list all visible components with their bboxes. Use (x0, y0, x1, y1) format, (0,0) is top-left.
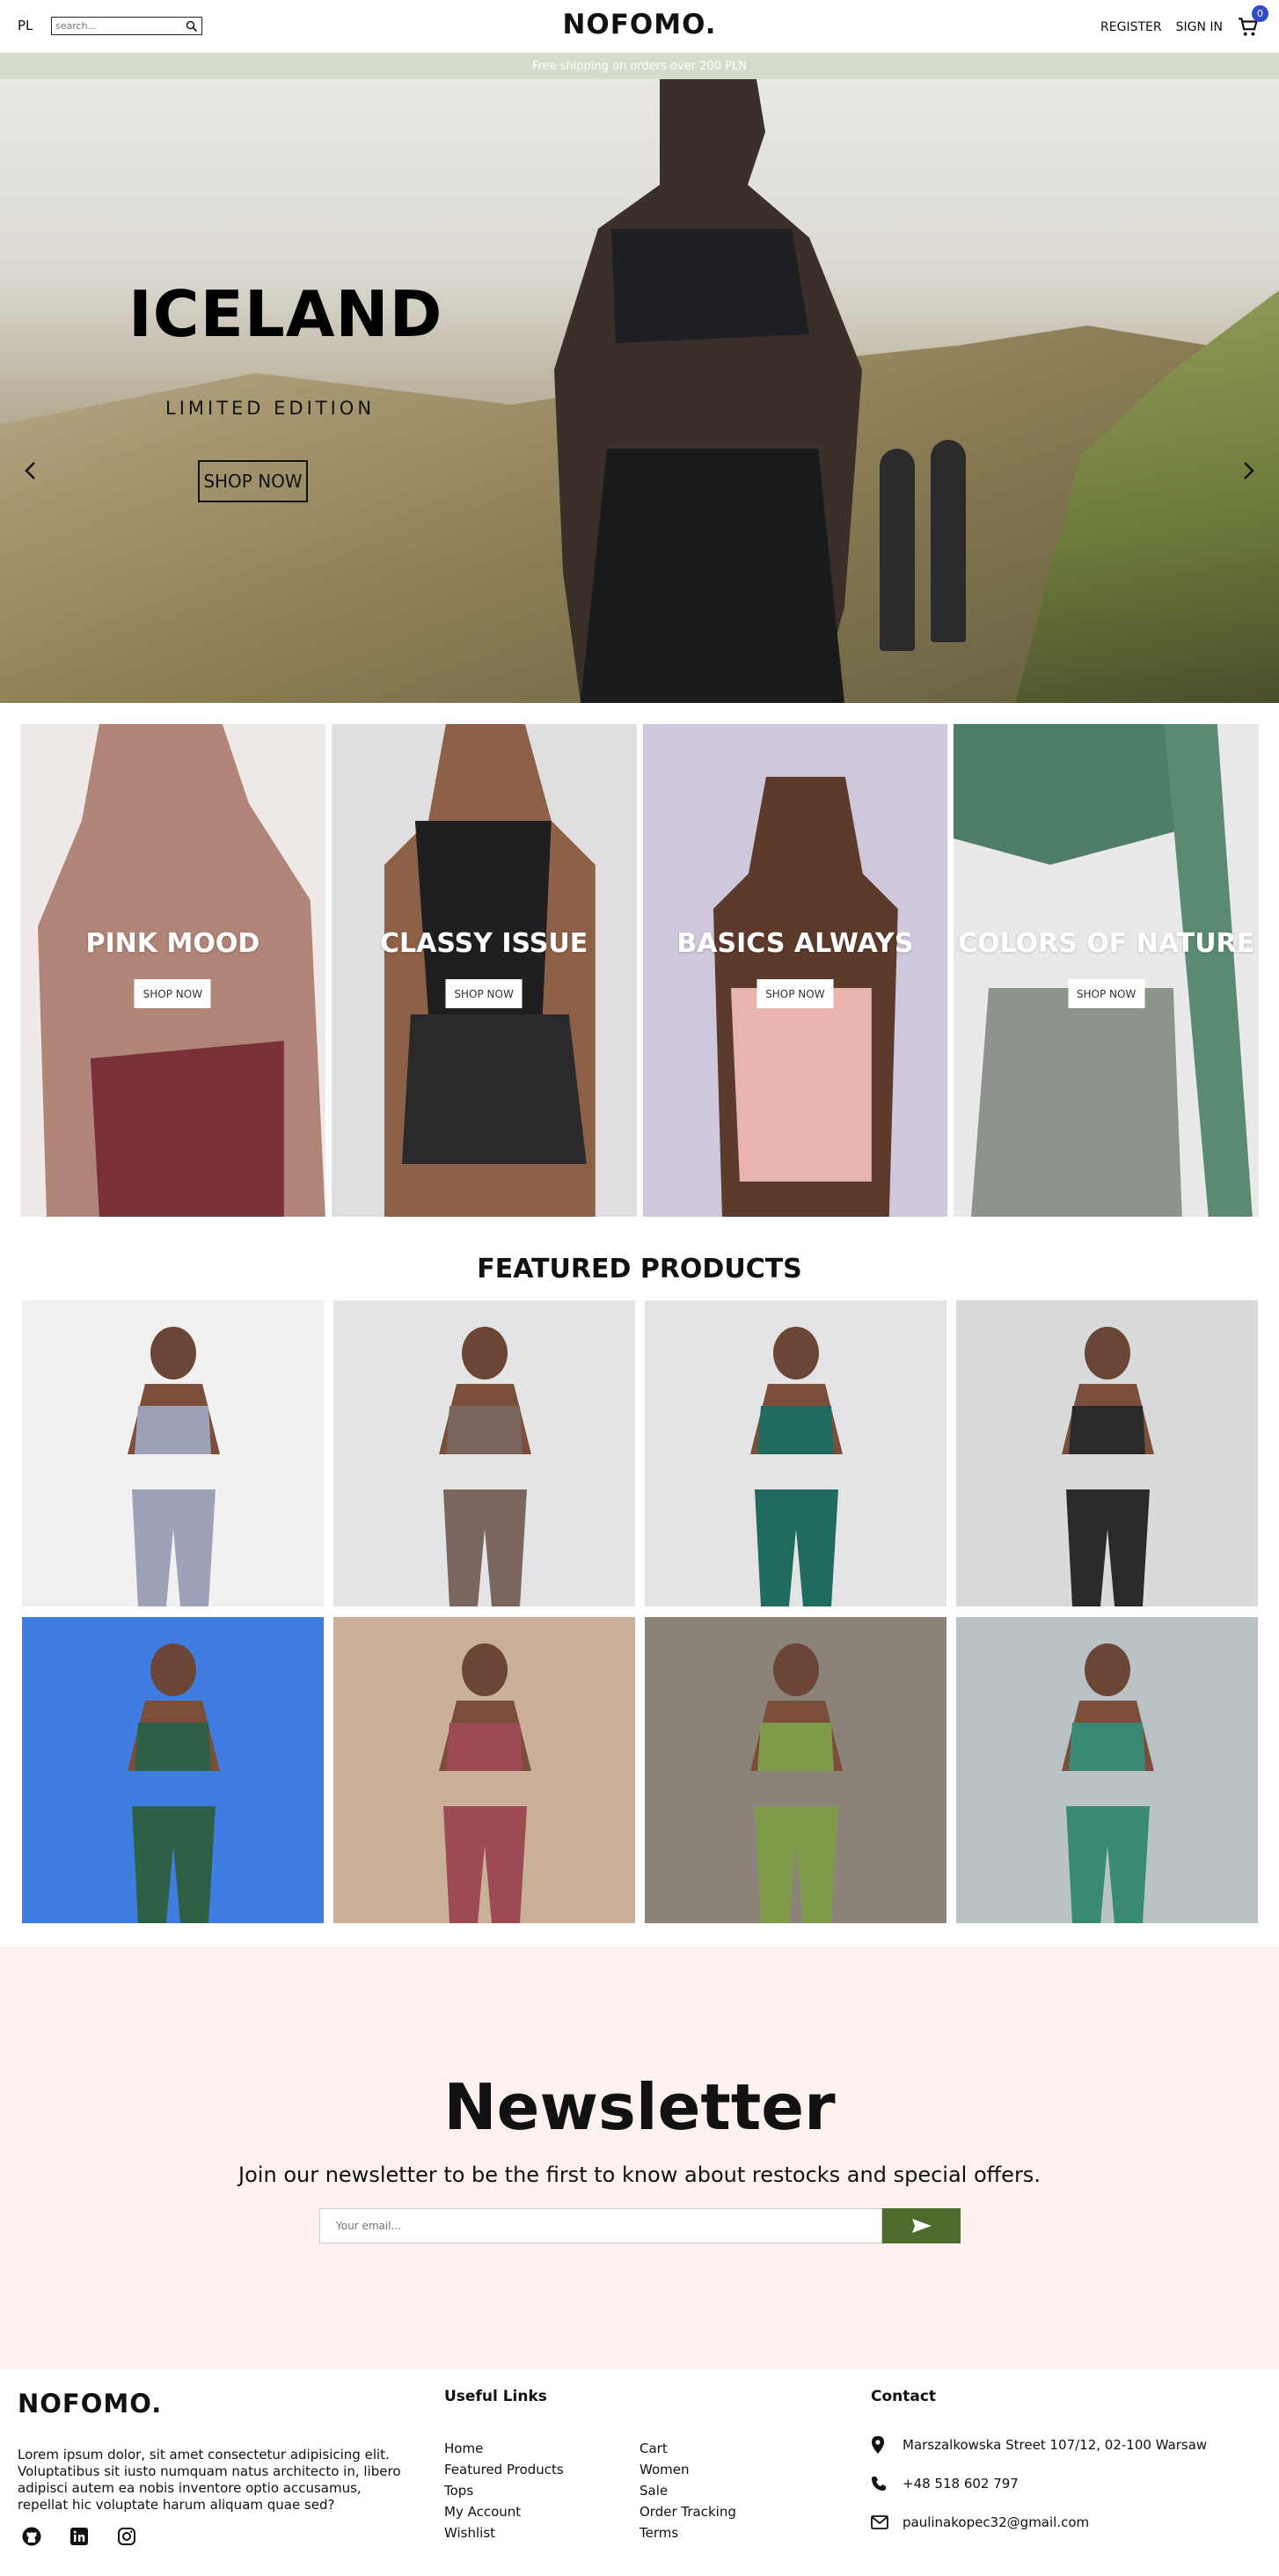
newsletter-email-input[interactable] (319, 2208, 882, 2243)
brand-logo-link[interactable]: NOFOMO. (562, 9, 716, 40)
featured-products-grid (22, 1300, 1258, 1923)
newsletter-form (319, 2208, 961, 2243)
useful-links-col-1: Home Featured Products Tops My Account W… (444, 2438, 564, 2543)
instagram-icon[interactable] (116, 2526, 137, 2550)
featured-products-title: FEATURED PRODUCTS (477, 1254, 802, 1284)
hero-model-image (554, 79, 862, 703)
contact-title: Contact (871, 2388, 937, 2405)
category-shop-now-button[interactable]: SHOP NOW (756, 979, 834, 1008)
product-image (439, 1327, 531, 1606)
category-image (713, 777, 898, 1217)
category-title: CLASSY ISSUE (379, 928, 588, 959)
contact-address-row: Marszalkowska Street 107/12, 02-100 Wars… (871, 2435, 1207, 2455)
location-pin-icon (871, 2436, 903, 2454)
hero-slider: ICELAND LIMITED EDITION SHOP NOW (0, 79, 1279, 703)
footer-link-featured-products[interactable]: Featured Products (444, 2459, 564, 2480)
hero-next-arrow[interactable] (1235, 457, 1261, 484)
category-title: COLORS OF NATURE (958, 928, 1255, 959)
cart-count-badge: 0 (1252, 5, 1268, 22)
product-image (128, 1643, 220, 1923)
linkedin-icon[interactable] (69, 2526, 90, 2550)
newsletter-text: Join our newsletter to be the first to k… (238, 2163, 1041, 2187)
newsletter-title: Newsletter (443, 2070, 836, 2144)
github-icon[interactable] (21, 2526, 42, 2550)
product-image (1062, 1643, 1154, 1923)
category-tile-basics-always[interactable]: BASICS ALWAYS SHOP NOW (642, 724, 948, 1217)
footer-link-home[interactable]: Home (444, 2438, 564, 2459)
product-card[interactable] (22, 1300, 324, 1606)
contact-phone[interactable]: +48 518 602 797 (903, 2476, 1019, 2492)
contact-info: Marszalkowska Street 107/12, 02-100 Wars… (871, 2435, 1207, 2551)
product-image (750, 1643, 843, 1923)
footer-logo[interactable]: NOFOMO. (18, 2389, 162, 2419)
mail-icon (871, 2515, 903, 2529)
contact-email[interactable]: paulinakopec32@gmail.com (903, 2514, 1089, 2530)
category-shop-now-button[interactable]: SHOP NOW (134, 979, 211, 1008)
cart-button[interactable]: 0 (1237, 5, 1268, 39)
category-tile-classy-issue[interactable]: CLASSY ISSUE SHOP NOW (331, 724, 637, 1217)
sign-in-link[interactable]: SIGN IN (1176, 20, 1223, 34)
category-title: BASICS ALWAYS (676, 928, 914, 959)
account-nav: REGISTER SIGN IN 0 (1086, 5, 1268, 39)
search-input[interactable] (52, 20, 179, 32)
product-image (128, 1327, 220, 1606)
shipping-banner: Free shipping on orders over 200 PLN (0, 53, 1279, 79)
newsletter-submit-button[interactable] (882, 2208, 961, 2243)
hero-title: ICELAND (128, 277, 443, 351)
product-image (750, 1327, 843, 1606)
social-links (21, 2526, 137, 2550)
contact-phone-row: +48 518 602 797 (871, 2474, 1207, 2493)
newsletter-section: Newsletter Join our newsletter to be the… (0, 1947, 1279, 2369)
footer-link-order-tracking[interactable]: Order Tracking (640, 2501, 736, 2522)
category-image (954, 724, 1259, 1217)
language-switch[interactable]: PL (18, 18, 33, 33)
hero-runner-1 (880, 449, 915, 651)
category-image (384, 724, 596, 1217)
footer-link-women[interactable]: Women (640, 2459, 736, 2480)
site-footer: NOFOMO. Lorem ipsum dolor, sit amet cons… (0, 2369, 1279, 2576)
category-shop-now-button[interactable]: SHOP NOW (445, 979, 523, 1008)
product-card[interactable] (645, 1300, 946, 1606)
footer-link-tops[interactable]: Tops (444, 2480, 564, 2501)
product-image (439, 1643, 531, 1923)
hero-subtitle: LIMITED EDITION (165, 398, 376, 419)
hero-shop-now-button[interactable]: SHOP NOW (198, 460, 308, 502)
hero-runner-2 (931, 440, 966, 642)
useful-links-col-2: Cart Women Sale Order Tracking Terms (640, 2438, 736, 2543)
hero-prev-arrow[interactable] (18, 457, 44, 484)
register-link[interactable]: REGISTER (1100, 20, 1162, 34)
footer-link-cart[interactable]: Cart (640, 2438, 736, 2459)
search-icon[interactable] (186, 19, 198, 36)
product-image (1062, 1327, 1154, 1606)
category-tile-colors-of-nature[interactable]: COLORS OF NATURE SHOP NOW (954, 724, 1259, 1217)
footer-link-terms[interactable]: Terms (640, 2522, 736, 2543)
product-card[interactable] (22, 1617, 324, 1923)
footer-link-wishlist[interactable]: Wishlist (444, 2522, 564, 2543)
product-card[interactable] (333, 1617, 635, 1923)
chevron-left-icon (25, 462, 35, 479)
footer-link-my-account[interactable]: My Account (444, 2501, 564, 2522)
category-tiles: PINK MOOD SHOP NOW CLASSY ISSUE SHOP NOW… (20, 724, 1259, 1217)
search-box (51, 17, 202, 35)
footer-description: Lorem ipsum dolor, sit amet consectetur … (18, 2447, 401, 2513)
contact-address: Marszalkowska Street 107/12, 02-100 Wars… (903, 2437, 1208, 2453)
contact-email-row: paulinakopec32@gmail.com (871, 2513, 1207, 2532)
phone-icon (871, 2476, 903, 2492)
chevron-right-icon (1244, 462, 1254, 479)
category-image (37, 724, 325, 1217)
category-tile-pink-mood[interactable]: PINK MOOD SHOP NOW (20, 724, 325, 1217)
send-icon (911, 2219, 932, 2233)
top-navbar: PL NOFOMO. REGISTER SIGN IN 0 (0, 0, 1279, 53)
footer-link-sale[interactable]: Sale (640, 2480, 736, 2501)
category-shop-now-button[interactable]: SHOP NOW (1068, 979, 1145, 1008)
useful-links-title: Useful Links (444, 2388, 547, 2405)
product-card[interactable] (956, 1617, 1258, 1923)
category-title: PINK MOOD (85, 928, 260, 959)
product-card[interactable] (956, 1300, 1258, 1606)
product-card[interactable] (333, 1300, 635, 1606)
product-card[interactable] (645, 1617, 946, 1923)
